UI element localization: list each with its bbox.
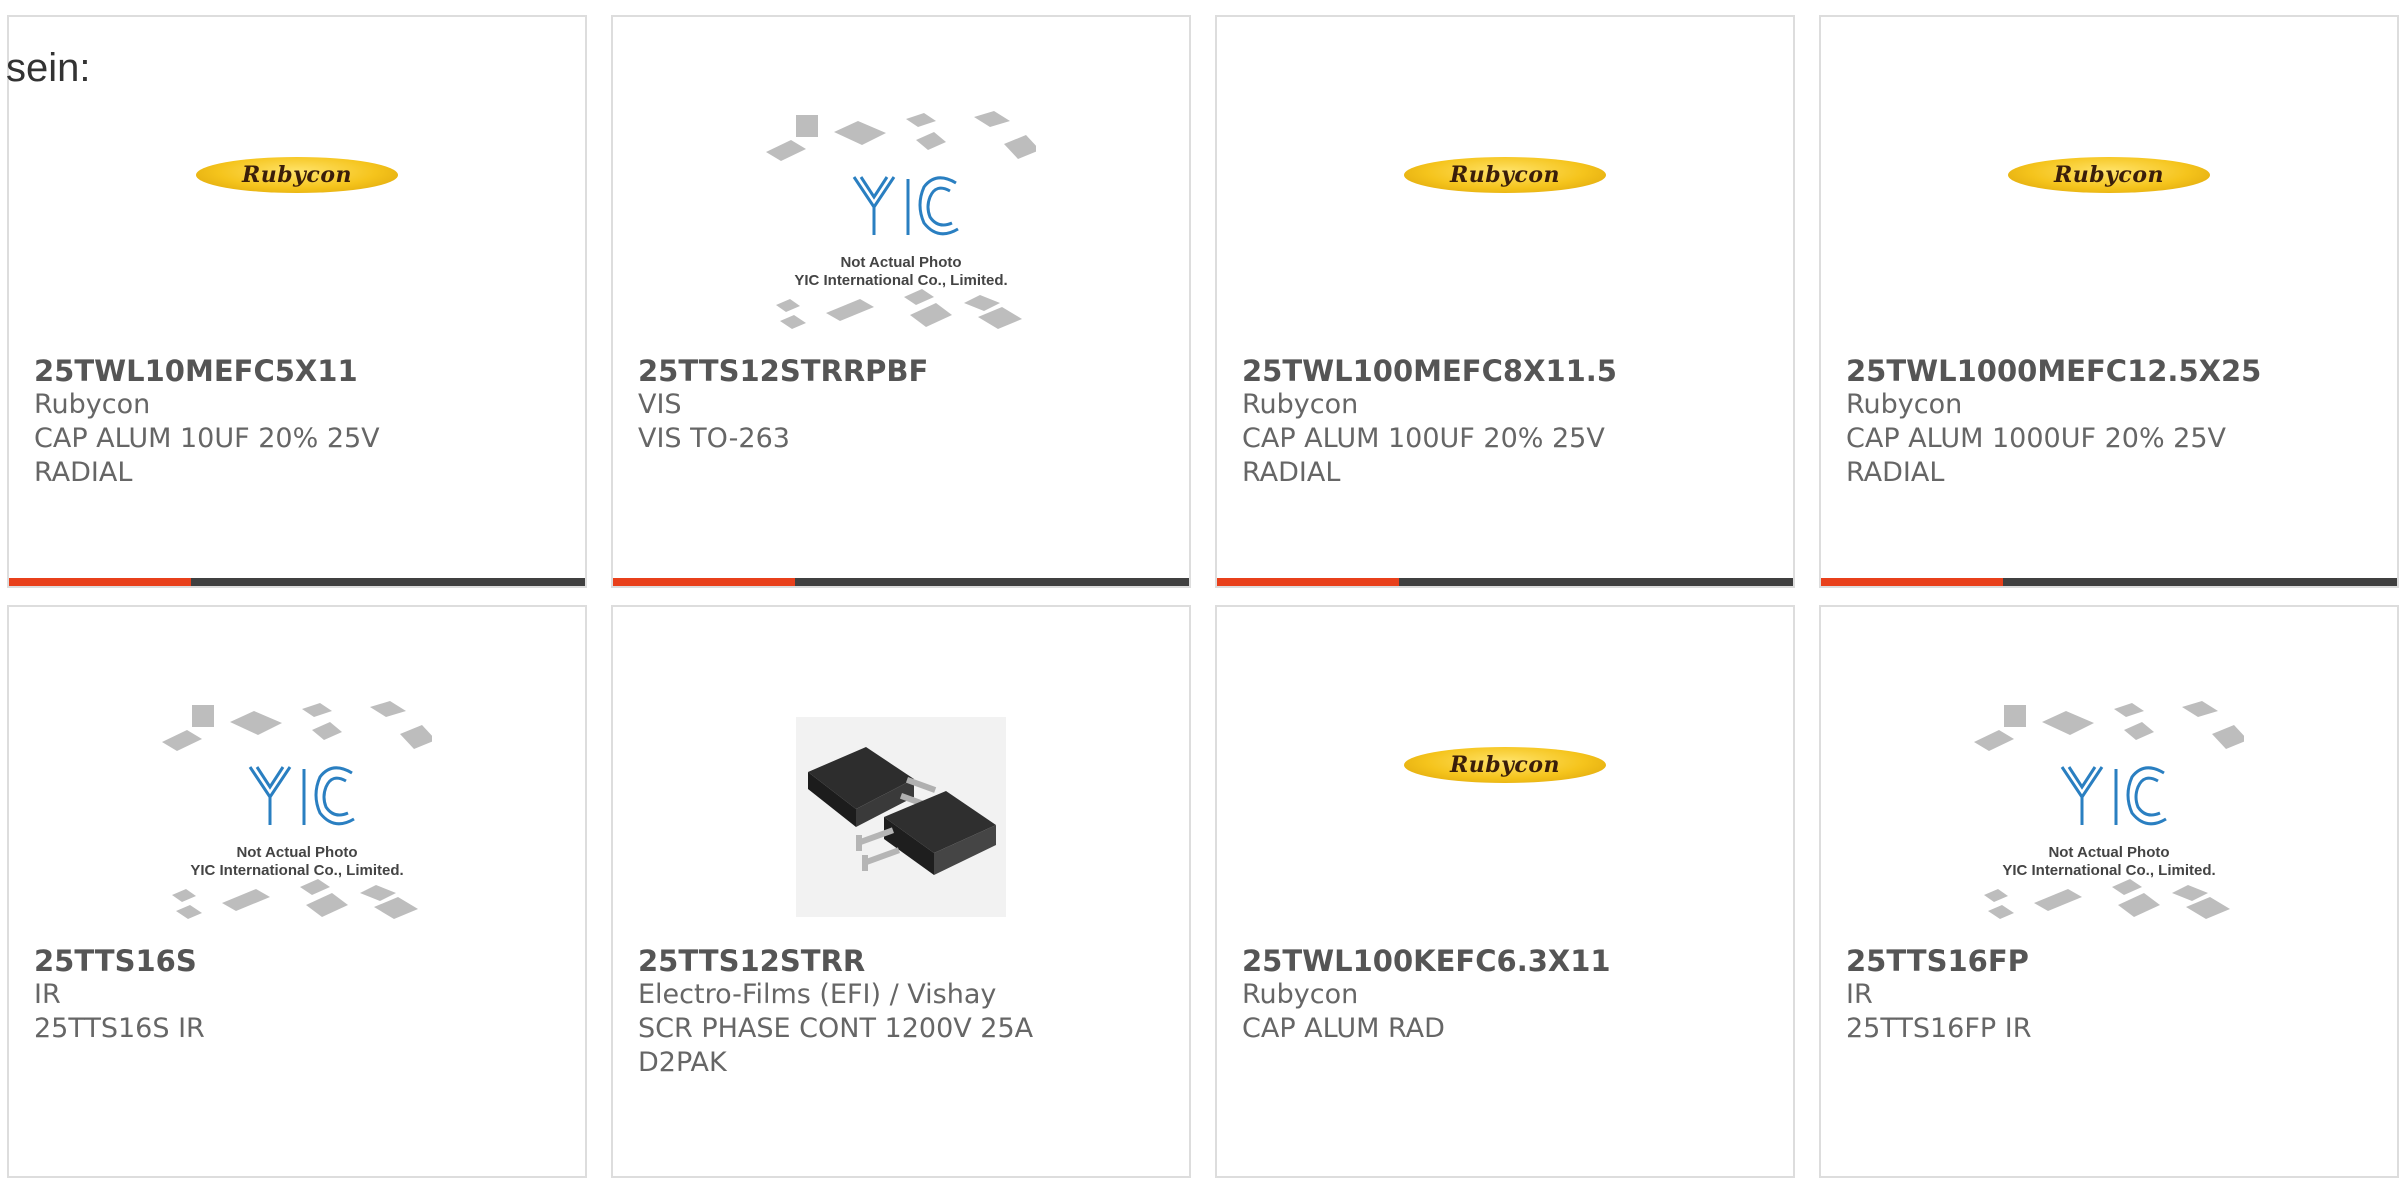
description: VIS TO-263 (638, 423, 790, 454)
rubycon-logo: Rubycon (1404, 746, 1606, 783)
product-info: 25TWL10MEFC5X11 Rubycon CAP ALUM 10UF 20… (34, 354, 565, 490)
placeholder-caption-2: YIC International Co., Limited. (190, 862, 403, 879)
manufacturer: Rubycon (1846, 389, 1963, 420)
product-card[interactable]: Not Actual Photo YIC International Co., … (1819, 605, 2399, 1178)
product-image[interactable]: Rubycon (9, 97, 585, 357)
product-info: 25TTS12STRR Electro-Films (EFI) / Vishay… (638, 944, 1169, 1080)
product-info: 25TTS16S IR 25TTS16S IR (34, 944, 565, 1046)
description: 25TTS16FP IR (1846, 1013, 2032, 1044)
placeholder-caption-2: YIC International Co., Limited. (2002, 862, 2215, 879)
product-card[interactable]: Not Actual Photo YIC International Co., … (7, 605, 587, 1178)
yic-placeholder-image: Not Actual Photo YIC International Co., … (1974, 701, 2244, 919)
product-image[interactable]: Not Actual Photo YIC International Co., … (613, 97, 1189, 357)
product-image[interactable]: Not Actual Photo YIC International Co., … (9, 687, 585, 947)
product-grid: Rubycon 25TWL10MEFC5X11 Rubycon CAP ALUM… (7, 15, 2399, 1178)
card-accent-bar (613, 578, 1189, 586)
manufacturer: Rubycon (1242, 979, 1359, 1010)
description: CAP ALUM 100UF 20% 25V (1242, 423, 1605, 454)
description-extra: RADIAL (1846, 457, 1945, 488)
description: CAP ALUM 10UF 20% 25V (34, 423, 380, 454)
description-extra: D2PAK (638, 1047, 727, 1078)
d2pak-photo-image (796, 717, 1006, 917)
description-extra: RADIAL (34, 457, 133, 488)
product-info: 25TTS12STRRPBF VIS VIS TO-263 (638, 354, 1169, 456)
product-card[interactable]: Rubycon 25TWL10MEFC5X11 Rubycon CAP ALUM… (7, 15, 587, 588)
placeholder-caption-1: Not Actual Photo (840, 254, 961, 271)
product-info: 25TWL1000MEFC12.5X25 Rubycon CAP ALUM 10… (1846, 354, 2377, 490)
product-card[interactable]: Rubycon 25TWL100MEFC8X11.5 Rubycon CAP A… (1215, 15, 1795, 588)
product-card[interactable]: Not Actual Photo YIC International Co., … (611, 15, 1191, 588)
placeholder-caption-2: YIC International Co., Limited. (794, 272, 1007, 289)
part-number-link[interactable]: 25TTS16FP (1846, 944, 2377, 978)
product-image[interactable]: Not Actual Photo YIC International Co., … (1821, 687, 2397, 947)
placeholder-caption-1: Not Actual Photo (236, 844, 357, 861)
product-image[interactable]: Rubycon (1821, 97, 2397, 357)
part-number-link[interactable]: 25TWL10MEFC5X11 (34, 354, 565, 388)
description: 25TTS16S IR (34, 1013, 205, 1044)
rubycon-logo: Rubycon (196, 156, 398, 193)
manufacturer: Rubycon (34, 389, 151, 420)
manufacturer: IR (1846, 979, 1873, 1010)
part-number-link[interactable]: 25TTS12STRR (638, 944, 1169, 978)
product-card[interactable]: 25TTS12STRR Electro-Films (EFI) / Vishay… (611, 605, 1191, 1178)
part-number-link[interactable]: 25TTS12STRRPBF (638, 354, 1169, 388)
part-number-link[interactable]: 25TWL1000MEFC12.5X25 (1846, 354, 2377, 388)
manufacturer: Electro-Films (EFI) / Vishay (638, 979, 997, 1010)
card-accent-bar (9, 578, 585, 586)
yic-placeholder-image: Not Actual Photo YIC International Co., … (162, 701, 432, 919)
yic-placeholder-image: Not Actual Photo YIC International Co., … (766, 111, 1036, 329)
part-number-link[interactable]: 25TTS16S (34, 944, 565, 978)
description: SCR PHASE CONT 1200V 25A (638, 1013, 1034, 1044)
lead-text: sein: (6, 46, 91, 90)
part-number-link[interactable]: 25TWL100MEFC8X11.5 (1242, 354, 1773, 388)
placeholder-caption-1: Not Actual Photo (2048, 844, 2169, 861)
product-image[interactable]: Rubycon (1217, 687, 1793, 947)
part-number-link[interactable]: 25TWL100KEFC6.3X11 (1242, 944, 1773, 978)
rubycon-logo: Rubycon (2008, 156, 2210, 193)
product-card[interactable]: Rubycon 25TWL1000MEFC12.5X25 Rubycon CAP… (1819, 15, 2399, 588)
manufacturer: Rubycon (1242, 389, 1359, 420)
description-extra: RADIAL (1242, 457, 1341, 488)
manufacturer: VIS (638, 389, 682, 420)
product-info: 25TWL100KEFC6.3X11 Rubycon CAP ALUM RAD (1242, 944, 1773, 1046)
manufacturer: IR (34, 979, 61, 1010)
description: CAP ALUM RAD (1242, 1013, 1445, 1044)
product-info: 25TWL100MEFC8X11.5 Rubycon CAP ALUM 100U… (1242, 354, 1773, 490)
product-info: 25TTS16FP IR 25TTS16FP IR (1846, 944, 2377, 1046)
product-image[interactable]: Rubycon (1217, 97, 1793, 357)
rubycon-logo: Rubycon (1404, 156, 1606, 193)
product-card[interactable]: Rubycon 25TWL100KEFC6.3X11 Rubycon CAP A… (1215, 605, 1795, 1178)
product-image[interactable] (613, 687, 1189, 947)
description: CAP ALUM 1000UF 20% 25V (1846, 423, 2227, 454)
card-accent-bar (1821, 578, 2397, 586)
card-accent-bar (1217, 578, 1793, 586)
